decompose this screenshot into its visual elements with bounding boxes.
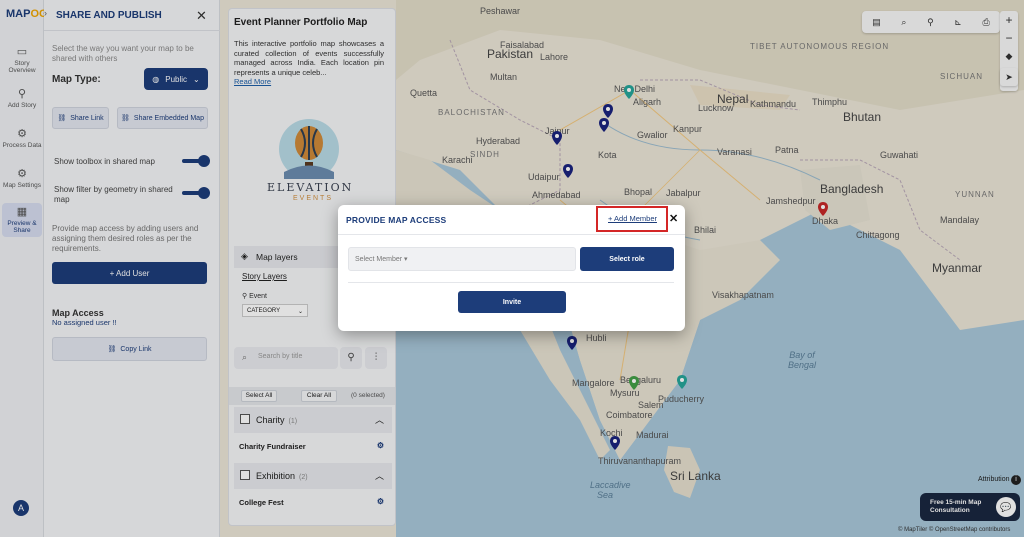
select-member-dropdown[interactable]: Select Member ▾ — [348, 247, 576, 271]
caret-down-icon: ▾ — [404, 256, 408, 263]
provide-map-access-modal: PROVIDE MAP ACCESS + Add Member ✕ Select… — [338, 205, 685, 331]
modal-title: PROVIDE MAP ACCESS — [346, 215, 447, 225]
select-member-placeholder: Select Member — [355, 256, 403, 263]
invite-button[interactable]: Invite — [458, 291, 566, 313]
close-icon[interactable]: ✕ — [669, 212, 678, 225]
select-role-button[interactable]: Select role — [580, 247, 674, 271]
divider — [338, 234, 685, 235]
divider — [348, 282, 674, 283]
add-member-link[interactable]: + Add Member — [608, 214, 657, 223]
